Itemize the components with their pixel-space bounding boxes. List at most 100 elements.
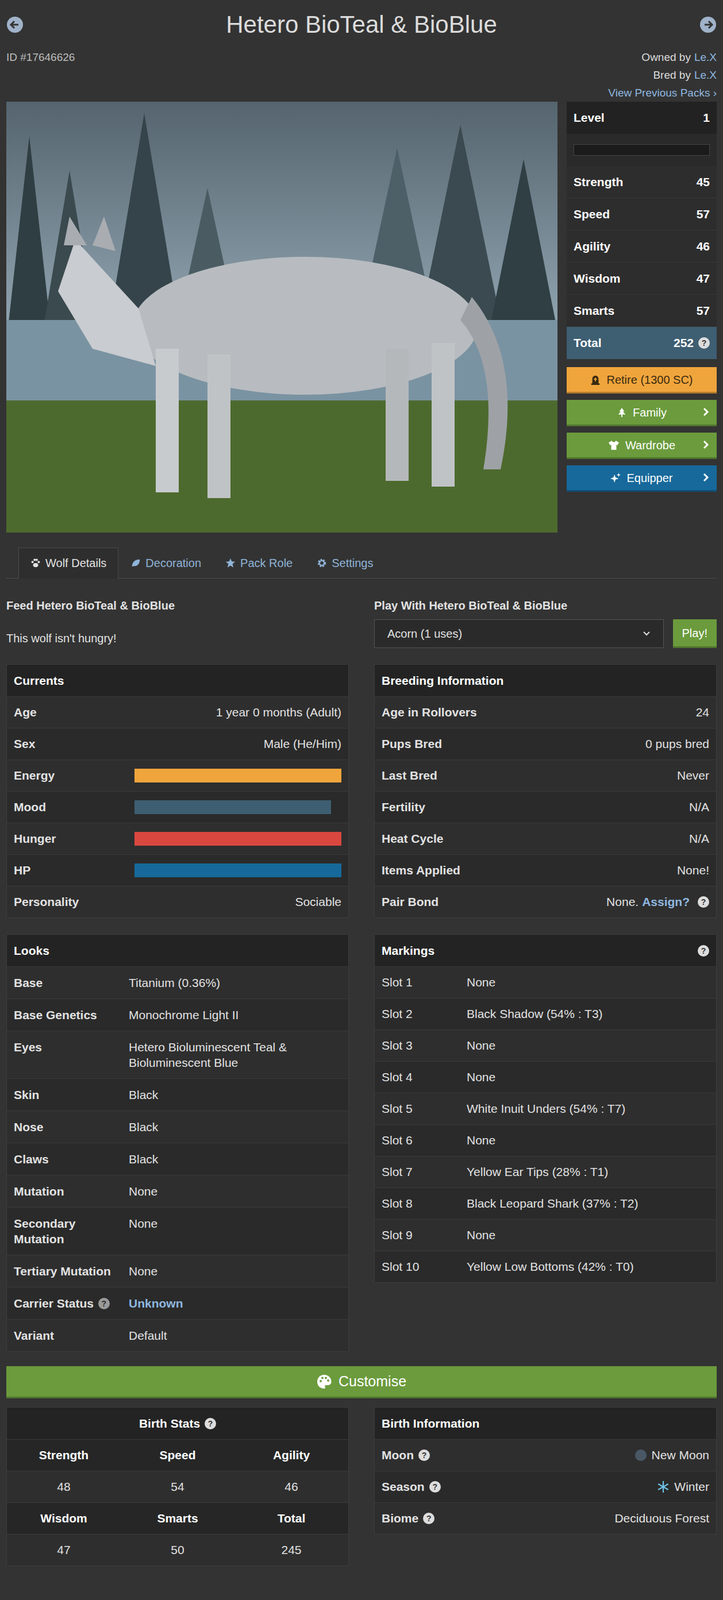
button-content: Family [616,404,667,422]
stat-label: Agility [573,237,611,256]
looks-row: NoseBlack [6,1110,349,1144]
slot-value: Yellow Ear Tips (28% : T1) [466,1163,710,1182]
row-value: 0 pups bred [645,735,710,754]
row-value: None. [606,893,639,912]
stat-value: 46 [696,237,710,256]
currents-table: CurrentsAge1 year 0 months (Adult)SexMal… [6,664,349,919]
breeding-row: Age in Rollovers24 [374,696,717,729]
tab[interactable]: Settings [304,547,386,579]
stat-value: 47 [6,1541,121,1560]
tab-label: Settings [331,554,373,572]
row-label: Base Genetics [13,1007,98,1024]
stat-label: Speed [120,1446,235,1465]
tab[interactable]: Decoration [118,547,214,579]
wolf-id: ID #17646626 [6,48,75,67]
slot-label: Slot 2 [381,1005,467,1024]
sidebar-button[interactable]: Family [566,400,717,427]
customise-label: Customise [338,1371,407,1394]
play-title: Play With Hetero BioTeal & BioBlue [374,598,717,614]
row-label: Base [13,975,43,991]
stat-label: Wisdom [6,1509,121,1529]
stat-value: 45 [696,172,710,192]
help-icon[interactable]: ? [418,1450,430,1462]
looks-row: Base GeneticsMonochrome Light II [6,998,349,1032]
breeder-link[interactable]: Le.X [694,66,717,84]
total-value: 252 [673,333,694,353]
birth-stats-table: Birth Stats?StrengthSpeedAgility485446Wi… [6,1407,349,1567]
help-icon[interactable]: ? [697,945,710,957]
row-label: Season [381,1478,425,1497]
stat-value: 47 [696,269,710,288]
slot-value: Black Leopard Shark (37% : T2) [466,1194,710,1214]
help-icon[interactable]: ? [204,1418,217,1430]
meter-track [134,800,342,815]
tree-icon [616,407,628,418]
play-button[interactable]: Play! [672,619,717,649]
meter-track [134,832,342,846]
slot-label: Slot 9 [381,1226,467,1245]
tab-label: Wolf Details [45,554,107,572]
looks-row: ClawsBlack [6,1143,349,1176]
breeding-row: Last BredNever [374,759,717,792]
button-label: Equipper [626,469,673,487]
help-icon[interactable]: ? [98,1298,110,1310]
currents-row: HP [6,854,349,887]
marking-row: Slot 7Yellow Ear Tips (28% : T1) [374,1156,717,1188]
looks-row: Secondary MutationNone [6,1207,349,1256]
wolf-name: Hetero BioTeal & BioBlue [28,8,695,42]
looks-row: Carrier Status?Unknown [6,1287,349,1320]
table-title: Breeding Information [381,671,504,691]
help-icon[interactable]: ? [698,337,710,349]
owner-link[interactable]: Le.X [694,48,717,67]
sidebar-button[interactable]: Retire (1300 SC) [566,367,717,394]
row-value: Sociable [134,893,342,912]
looks-row: SkinBlack [6,1078,349,1111]
tab[interactable]: Wolf Details [18,547,119,579]
sidebar-button[interactable]: Wardrobe [566,432,717,460]
assign-link[interactable]: Assign? [641,893,690,912]
help-icon[interactable]: ? [697,896,710,909]
toy-select[interactable]: Acorn (1 uses) [374,619,664,649]
next-wolf-icon[interactable] [699,16,717,34]
row-label: Mutation [13,1183,64,1200]
shirt-icon [608,440,620,451]
marking-row: Slot 9None [374,1219,717,1252]
stat-value: 57 [696,205,710,224]
marking-row: Slot 8Black Leopard Shark (37% : T2) [374,1187,717,1220]
help-icon[interactable]: ? [429,1481,441,1494]
row-value: Default [128,1328,342,1344]
slot-value: None [466,1226,710,1245]
row-value[interactable]: Unknown [128,1295,342,1312]
sidebar-button[interactable]: Equipper [566,465,717,492]
help-icon[interactable]: ? [422,1513,435,1525]
row-value: New Moon [651,1446,710,1465]
stat-label: Total [234,1509,349,1529]
star-icon [225,558,236,569]
stat-value: 48 [6,1478,121,1497]
marking-row: Slot 1None [374,966,717,999]
customise-button[interactable]: Customise [6,1366,717,1399]
table-title: Birth Stats [139,1414,201,1434]
slot-value: None [466,973,710,992]
tab[interactable]: Pack Role [213,547,305,579]
moon-icon [634,1449,648,1463]
row-value: Male (He/Him) [134,735,342,754]
birth-info-table: Birth InformationMoon?New MoonSeason?Win… [374,1407,717,1536]
row-value: Titanium (0.36%) [128,975,342,991]
button-label: Wardrobe [625,436,676,455]
tab-bar: Wolf Details DecorationPack Role Settings [6,547,717,579]
button-content: Wardrobe [608,436,676,455]
chevron-right-icon [701,472,710,483]
leaf-icon [130,558,141,569]
headstone-icon [590,374,601,386]
stat-row: Strength45 [566,166,717,199]
stat-label: Agility [234,1446,349,1465]
marking-row: Slot 5White Inuit Unders (54% : T7) [374,1093,717,1125]
previous-packs-link[interactable]: View Previous Packs › [608,83,717,102]
marking-row: Slot 4None [374,1061,717,1094]
table-title: Birth Information [381,1414,480,1434]
row-label: Eyes [13,1039,42,1056]
breeding-row: Pups Bred0 pups bred [374,728,717,760]
previous-wolf-icon[interactable] [6,16,24,34]
row-label: Mood [13,798,135,817]
